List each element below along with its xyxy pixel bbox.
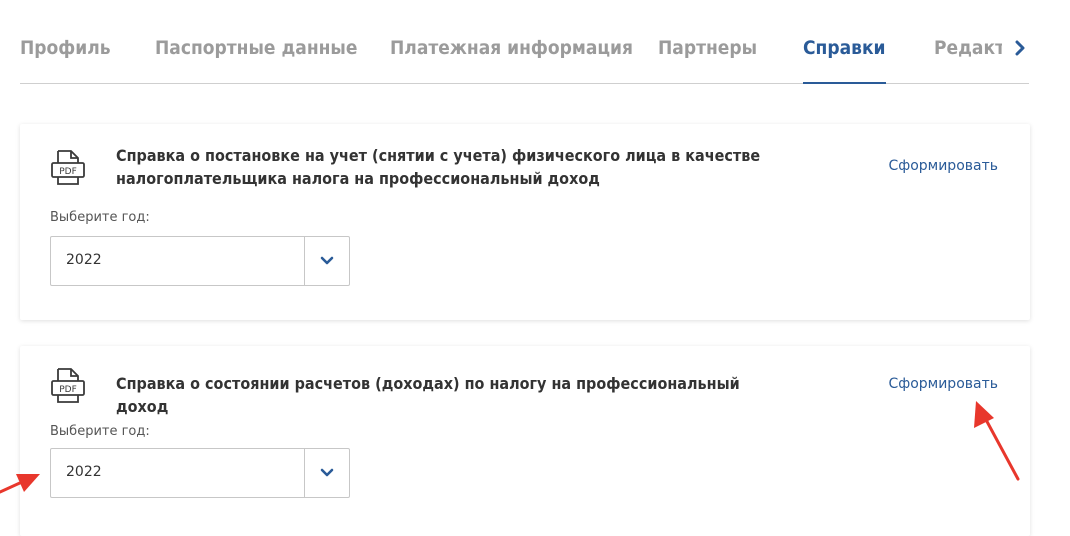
pdf-document-icon: PDF bbox=[48, 148, 88, 188]
year-select[interactable]: 2022 bbox=[50, 448, 350, 498]
certificate-title-line: налогоплательщика налога на профессионал… bbox=[116, 169, 600, 188]
tab-certificates[interactable]: Справки bbox=[803, 36, 886, 84]
generate-link[interactable]: Сформировать bbox=[888, 158, 998, 174]
certificate-card-settlements: PDF Справка о состоянии расчетов (дохода… bbox=[20, 346, 1030, 536]
certificate-card-registration: PDF Справка о постановке на учет (снятии… bbox=[20, 124, 1030, 320]
year-select-value: 2022 bbox=[66, 252, 102, 268]
tab-partners[interactable]: Партнеры bbox=[658, 36, 757, 60]
pdf-document-icon: PDF bbox=[48, 366, 88, 406]
certificate-title-line: Справка о постановке на учет (снятии с у… bbox=[116, 146, 761, 165]
year-label: Выберите год: bbox=[50, 424, 150, 439]
tab-payment-info[interactable]: Платежная информация bbox=[390, 36, 633, 60]
tab-profile[interactable]: Профиль bbox=[20, 36, 111, 60]
svg-text:PDF: PDF bbox=[59, 385, 77, 395]
generate-link[interactable]: Сформировать bbox=[888, 376, 998, 392]
certificate-title: Справка о состоянии расчетов (доходах) п… bbox=[116, 372, 796, 418]
certificate-title-line: Справка о состоянии расчетов (доходах) п… bbox=[116, 374, 740, 416]
tab-editor[interactable]: Редактор bbox=[934, 36, 1002, 60]
year-label: Выберите год: bbox=[50, 210, 150, 225]
tab-bar: Профиль Паспортные данные Платежная инфо… bbox=[20, 0, 1029, 84]
chevron-down-icon[interactable] bbox=[305, 449, 349, 497]
certificate-title: Справка о постановке на учет (снятии с у… bbox=[116, 144, 796, 190]
year-select[interactable]: 2022 bbox=[50, 236, 350, 286]
svg-text:PDF: PDF bbox=[59, 167, 77, 177]
year-select-value: 2022 bbox=[66, 464, 102, 480]
chevron-right-icon[interactable] bbox=[1013, 36, 1029, 60]
tab-passport-data[interactable]: Паспортные данные bbox=[155, 36, 358, 60]
chevron-down-icon[interactable] bbox=[305, 237, 349, 285]
